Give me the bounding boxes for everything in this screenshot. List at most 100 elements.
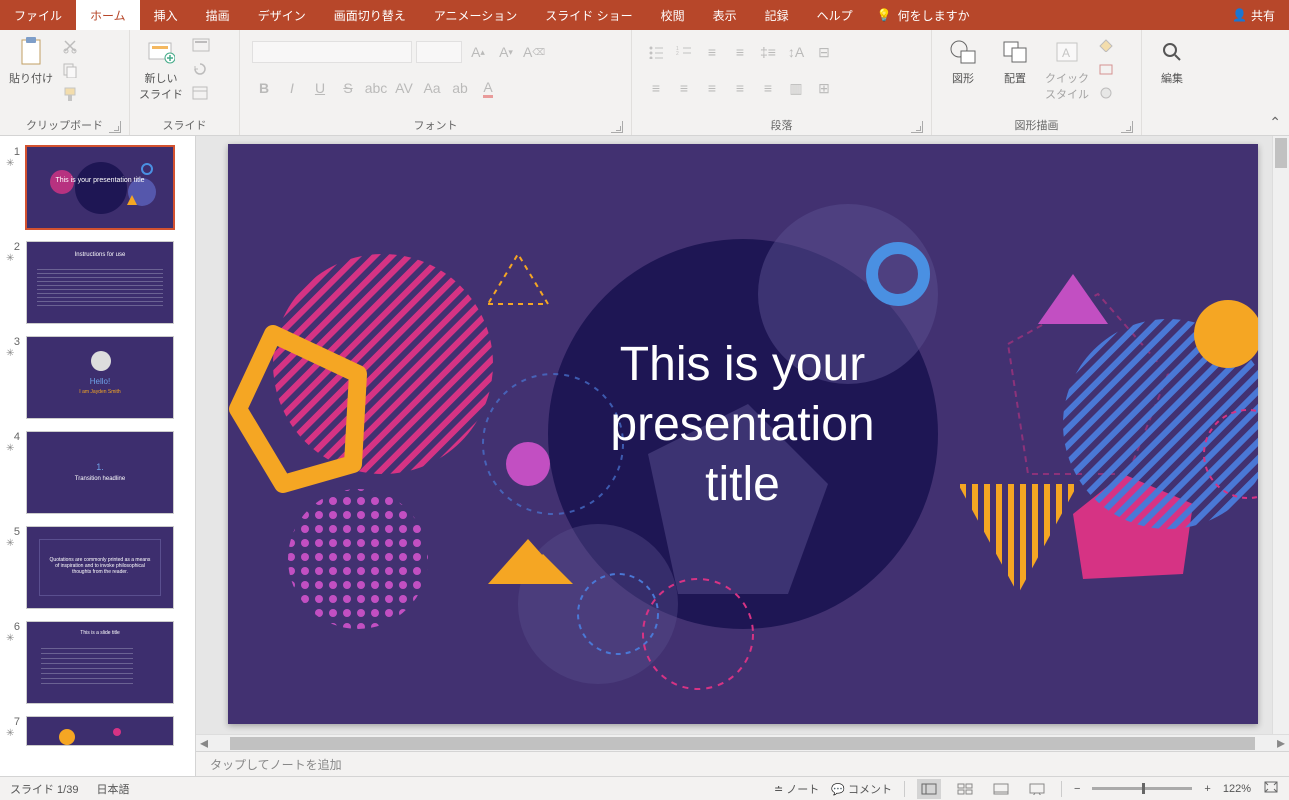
notes-pane[interactable]: タップしてノートを追加 — [196, 751, 1289, 776]
fit-window-button[interactable] — [1263, 780, 1279, 797]
tab-help[interactable]: ヘルプ — [803, 0, 867, 30]
clear-format-button[interactable]: A⌫ — [522, 40, 546, 64]
quick-styles-button[interactable]: A クイック スタイル — [1042, 34, 1092, 106]
layout-button[interactable] — [192, 38, 212, 56]
decrease-indent-button[interactable]: ≡ — [700, 40, 724, 64]
shapes-button[interactable]: 図形 — [938, 34, 988, 90]
font-family-select[interactable] — [252, 41, 412, 63]
thumbnail-6[interactable]: 6✳ This is a slide title — [0, 619, 195, 714]
align-center-button[interactable]: ≡ — [672, 76, 696, 100]
tab-insert[interactable]: 挿入 — [140, 0, 192, 30]
reset-button[interactable] — [192, 62, 212, 80]
copy-button[interactable] — [62, 62, 82, 80]
justify-button[interactable]: ≡ — [728, 76, 752, 100]
zoom-slider[interactable] — [1092, 787, 1192, 790]
shape-outline-button[interactable] — [1098, 62, 1118, 80]
tab-file[interactable]: ファイル — [0, 0, 76, 30]
slideshow-view-button[interactable] — [1025, 779, 1049, 799]
font-color-button[interactable]: A — [476, 76, 500, 100]
align-left-button[interactable]: ≡ — [644, 76, 668, 100]
tab-slideshow[interactable]: スライド ショー — [531, 0, 646, 30]
italic-button[interactable]: I — [280, 76, 304, 100]
svg-text:2: 2 — [676, 51, 679, 57]
line-spacing-button[interactable]: ‡≡ — [756, 40, 780, 64]
share-button[interactable]: 👤 共有 — [1232, 7, 1275, 24]
scroll-left-icon[interactable]: ◂ — [196, 733, 212, 753]
change-case-button[interactable]: Aa — [420, 76, 444, 100]
shape-fill-button[interactable] — [1098, 38, 1118, 56]
strike-button[interactable]: S — [336, 76, 360, 100]
slide-title-text[interactable]: This is your presentation title — [610, 335, 874, 515]
thumb-subtitle: Transition headline — [27, 476, 173, 482]
tab-animations[interactable]: アニメーション — [420, 0, 532, 30]
tab-view[interactable]: 表示 — [699, 0, 751, 30]
smartart-button[interactable]: ⊞ — [812, 76, 836, 100]
underline-button[interactable]: U — [308, 76, 332, 100]
thumbnail-2[interactable]: 2✳ Instructions for use — [0, 239, 195, 334]
shape-effects-button[interactable] — [1098, 86, 1118, 104]
bold-button[interactable]: B — [252, 76, 276, 100]
collapse-ribbon-button[interactable]: ⌃ — [1269, 114, 1281, 131]
anim-icon: ✳ — [6, 443, 20, 454]
tab-transitions[interactable]: 画面切り替え — [320, 0, 420, 30]
decrease-font-button[interactable]: A▾ — [494, 40, 518, 64]
thumbnail-7[interactable]: 7✳ — [0, 714, 195, 756]
thumbnail-5[interactable]: 5✳ Quotations are commonly printed as a … — [0, 524, 195, 619]
workspace: 1✳ This is your presentation title 2✳ In… — [0, 136, 1289, 776]
clipboard-dialog-launcher[interactable] — [109, 121, 121, 133]
zoom-percent[interactable]: 122% — [1223, 783, 1251, 795]
increase-indent-button[interactable]: ≡ — [728, 40, 752, 64]
increase-font-button[interactable]: A▴ — [466, 40, 490, 64]
columns-button[interactable]: ▥ — [784, 76, 808, 100]
align-text-button[interactable]: ⊟ — [812, 40, 836, 64]
zoom-handle[interactable] — [1142, 783, 1145, 794]
zoom-in-button[interactable]: + — [1204, 783, 1210, 795]
font-dialog-launcher[interactable] — [611, 121, 623, 133]
arrange-button[interactable]: 配置 — [990, 34, 1040, 90]
highlight-button[interactable]: ab — [448, 76, 472, 100]
tell-me-search[interactable]: 💡 何をしますか — [877, 7, 970, 24]
tab-draw[interactable]: 描画 — [192, 0, 244, 30]
zoom-out-button[interactable]: − — [1074, 783, 1080, 795]
tab-record[interactable]: 記録 — [751, 0, 803, 30]
text-direction-button[interactable]: ↕A — [784, 40, 808, 64]
format-painter-button[interactable] — [62, 86, 82, 104]
language-indicator[interactable]: 日本語 — [96, 781, 129, 797]
horizontal-scrollbar[interactable]: ◂ ▸ — [196, 734, 1289, 751]
scroll-right-icon[interactable]: ▸ — [1273, 733, 1289, 753]
scrollbar-thumb[interactable] — [1275, 138, 1287, 168]
thumbnail-3[interactable]: 3✳ Hello! I am Jayden Smith — [0, 334, 195, 429]
cut-button[interactable] — [62, 38, 82, 56]
tab-review[interactable]: 校閲 — [647, 0, 699, 30]
align-right-button[interactable]: ≡ — [700, 76, 724, 100]
section-button[interactable] — [192, 86, 212, 104]
paragraph-group-label: 段落 — [771, 120, 793, 132]
tab-home[interactable]: ホーム — [76, 0, 140, 30]
slide-counter[interactable]: スライド 1/39 — [10, 781, 78, 797]
reading-view-button[interactable] — [989, 779, 1013, 799]
vertical-scrollbar[interactable] — [1272, 136, 1289, 734]
char-spacing-button[interactable]: AV — [392, 76, 416, 100]
comments-toggle[interactable]: 💬 コメント — [831, 781, 892, 797]
slide[interactable]: This is your presentation title — [228, 144, 1258, 724]
normal-view-button[interactable] — [917, 779, 941, 799]
shadow-button[interactable]: abc — [364, 76, 388, 100]
notes-toggle[interactable]: ≐ ノート — [774, 781, 819, 797]
tab-design[interactable]: デザイン — [244, 0, 320, 30]
paragraph-dialog-launcher[interactable] — [911, 121, 923, 133]
slide-canvas[interactable]: This is your presentation title — [196, 136, 1289, 734]
numbering-button[interactable]: 12 — [672, 40, 696, 64]
thumbnail-1[interactable]: 1✳ This is your presentation title — [0, 144, 195, 239]
thumbnail-panel[interactable]: 1✳ This is your presentation title 2✳ In… — [0, 136, 196, 776]
drawing-dialog-launcher[interactable] — [1121, 121, 1133, 133]
new-slide-button[interactable]: 新しい スライド — [136, 34, 186, 106]
font-size-select[interactable] — [416, 41, 462, 63]
sorter-view-button[interactable] — [953, 779, 977, 799]
editing-button[interactable]: 編集 — [1148, 34, 1196, 90]
thumbnail-4[interactable]: 4✳ 1. Transition headline — [0, 429, 195, 524]
bullets-button[interactable] — [644, 40, 668, 64]
paste-button[interactable]: 貼り付け — [6, 34, 56, 90]
distributed-button[interactable]: ≡ — [756, 76, 780, 100]
paste-label: 貼り付け — [9, 70, 53, 86]
scrollbar-track[interactable] — [230, 737, 1255, 750]
